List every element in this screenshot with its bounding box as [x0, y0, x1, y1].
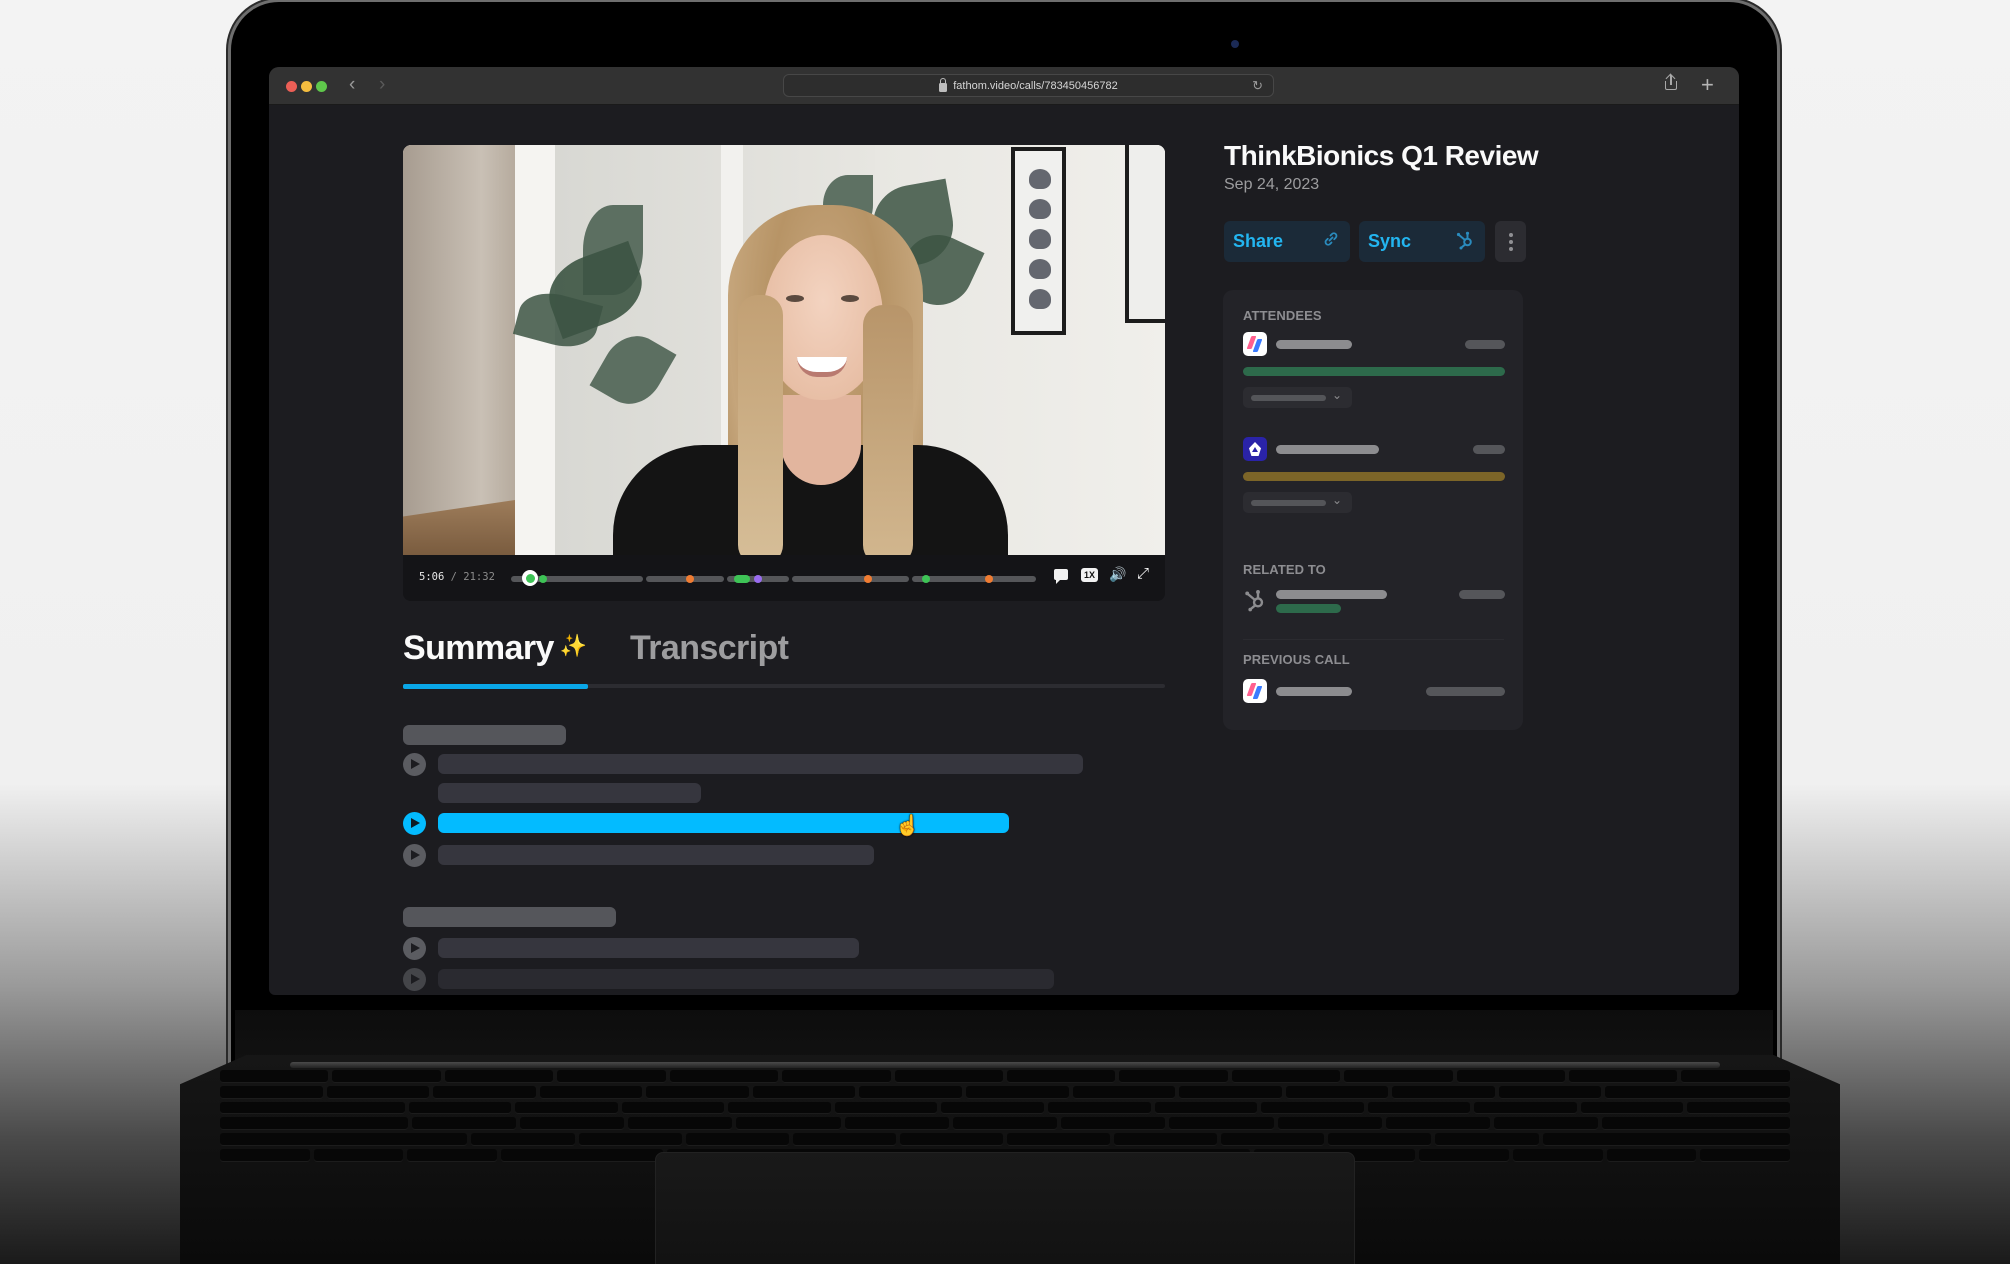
talk-time-bar [1243, 472, 1505, 481]
active-tab-indicator [403, 684, 588, 689]
highlight-marker[interactable] [685, 575, 694, 583]
call-details-card: ATTENDEES ⌄ ⌄ RELATED TO PREVIOUS CALL [1223, 290, 1523, 730]
more-dot [1508, 239, 1513, 244]
highlight-marker[interactable] [864, 575, 872, 583]
attendee-meta-placeholder [1465, 340, 1505, 349]
highlight-marker[interactable] [921, 575, 930, 583]
share-icon[interactable] [1665, 73, 1677, 90]
trackpad [655, 1152, 1355, 1264]
meeting-date: Sep 24, 2023 [1224, 176, 1320, 193]
play-moment-button-active[interactable] [403, 812, 426, 835]
current-time: 5:06 [419, 571, 445, 583]
forward-icon[interactable]: › [379, 75, 385, 95]
highlight-marker[interactable] [538, 575, 547, 583]
summary-line[interactable] [438, 754, 1083, 774]
lock-icon [939, 77, 948, 92]
previous-call-meta-placeholder [1426, 687, 1505, 696]
summary-line[interactable] [438, 845, 874, 865]
sparkle-icon: ✨ [559, 633, 587, 658]
company-logo [1243, 437, 1267, 461]
attendee-meta-placeholder [1473, 445, 1505, 454]
content-tabs: Summary ✨ Transcript [403, 629, 1165, 689]
more-options-button[interactable] [1495, 221, 1526, 262]
volume-icon[interactable]: 🔊 [1109, 566, 1126, 583]
meeting-title: ThinkBionics Q1 Review [1224, 140, 1539, 171]
chevron-down-icon: ⌄ [1332, 493, 1343, 507]
summary-line-active[interactable] [438, 813, 1009, 833]
previous-call-label: PREVIOUS CALL [1243, 652, 1350, 667]
sync-button[interactable]: Sync [1359, 221, 1485, 262]
url-text[interactable]: fathom.video/calls/783450456782 [953, 80, 1118, 92]
chevron-down-icon: ⌄ [1332, 388, 1343, 402]
related-stage-placeholder [1276, 604, 1341, 613]
play-moment-button[interactable] [403, 968, 426, 991]
attendee-name-placeholder[interactable] [1276, 340, 1352, 349]
attendee-name-placeholder[interactable] [1276, 445, 1379, 454]
section-heading-placeholder [403, 725, 566, 745]
related-meta-placeholder [1459, 590, 1505, 599]
wall-art [1011, 147, 1066, 335]
highlight-marker[interactable] [984, 575, 993, 583]
video-frame[interactable] [403, 145, 1165, 555]
playback-speed-button[interactable]: 1X [1081, 568, 1098, 582]
playhead[interactable] [522, 570, 539, 586]
new-tab-icon[interactable]: + [1701, 72, 1714, 98]
summary-line[interactable] [438, 783, 701, 803]
previous-call-placeholder[interactable] [1276, 687, 1352, 696]
video-controls: 5:06 / 21:32 1X 🔊 ⤢ [403, 555, 1165, 601]
close-window-button[interactable] [286, 81, 297, 92]
related-to-label: RELATED TO [1243, 562, 1326, 577]
cursor-hand-icon: ☝ [895, 815, 920, 837]
hubspot-icon [1455, 230, 1475, 255]
tab-transcript[interactable]: Transcript [630, 629, 789, 668]
window-controls [286, 81, 327, 92]
attendees-label: ATTENDEES [1243, 308, 1322, 323]
highlight-marker[interactable] [753, 575, 762, 583]
divider [1243, 639, 1504, 640]
comment-icon[interactable] [1054, 569, 1068, 584]
related-record-placeholder[interactable] [1276, 590, 1387, 599]
attendee-role-dropdown[interactable]: ⌄ [1243, 492, 1352, 513]
fathom-logo [1243, 679, 1267, 703]
back-icon[interactable]: ‹ [349, 75, 355, 95]
link-icon [1322, 230, 1340, 253]
time-display: 5:06 / 21:32 [419, 571, 495, 583]
maximize-window-button[interactable] [316, 81, 327, 92]
share-button[interactable]: Share [1224, 221, 1350, 262]
summary-line[interactable] [438, 938, 859, 958]
address-bar[interactable]: fathom.video/calls/783450456782 ↻ [783, 74, 1274, 97]
summary-line[interactable] [438, 969, 1054, 989]
tab-summary[interactable]: Summary ✨ [403, 629, 587, 668]
browser-window: ‹ › fathom.video/calls/783450456782 ↻ + [269, 67, 1739, 995]
reload-icon[interactable]: ↻ [1252, 78, 1263, 94]
highlight-marker[interactable] [734, 575, 750, 583]
webcam [1231, 40, 1239, 48]
laptop-hinge [290, 1062, 1720, 1068]
video-player[interactable]: 5:06 / 21:32 1X 🔊 ⤢ [403, 145, 1165, 601]
play-moment-button[interactable] [403, 753, 426, 776]
browser-toolbar: ‹ › fathom.video/calls/783450456782 ↻ + [269, 67, 1739, 105]
attendee-role-dropdown[interactable]: ⌄ [1243, 387, 1352, 408]
more-dot [1508, 232, 1513, 237]
progress-track[interactable] [511, 570, 1036, 586]
wall-art [1125, 145, 1165, 323]
play-moment-button[interactable] [403, 844, 426, 867]
section-heading-placeholder [403, 907, 616, 927]
fathom-logo [1243, 332, 1267, 356]
keyboard [200, 1070, 1810, 1162]
talk-time-bar [1243, 367, 1505, 376]
fullscreen-icon[interactable]: ⤢ [1137, 565, 1149, 582]
more-dot [1508, 246, 1513, 251]
minimize-window-button[interactable] [301, 81, 312, 92]
total-time: 21:32 [463, 571, 495, 583]
play-moment-button[interactable] [403, 937, 426, 960]
hubspot-icon [1243, 588, 1267, 612]
laptop-chin [235, 1010, 1773, 1060]
